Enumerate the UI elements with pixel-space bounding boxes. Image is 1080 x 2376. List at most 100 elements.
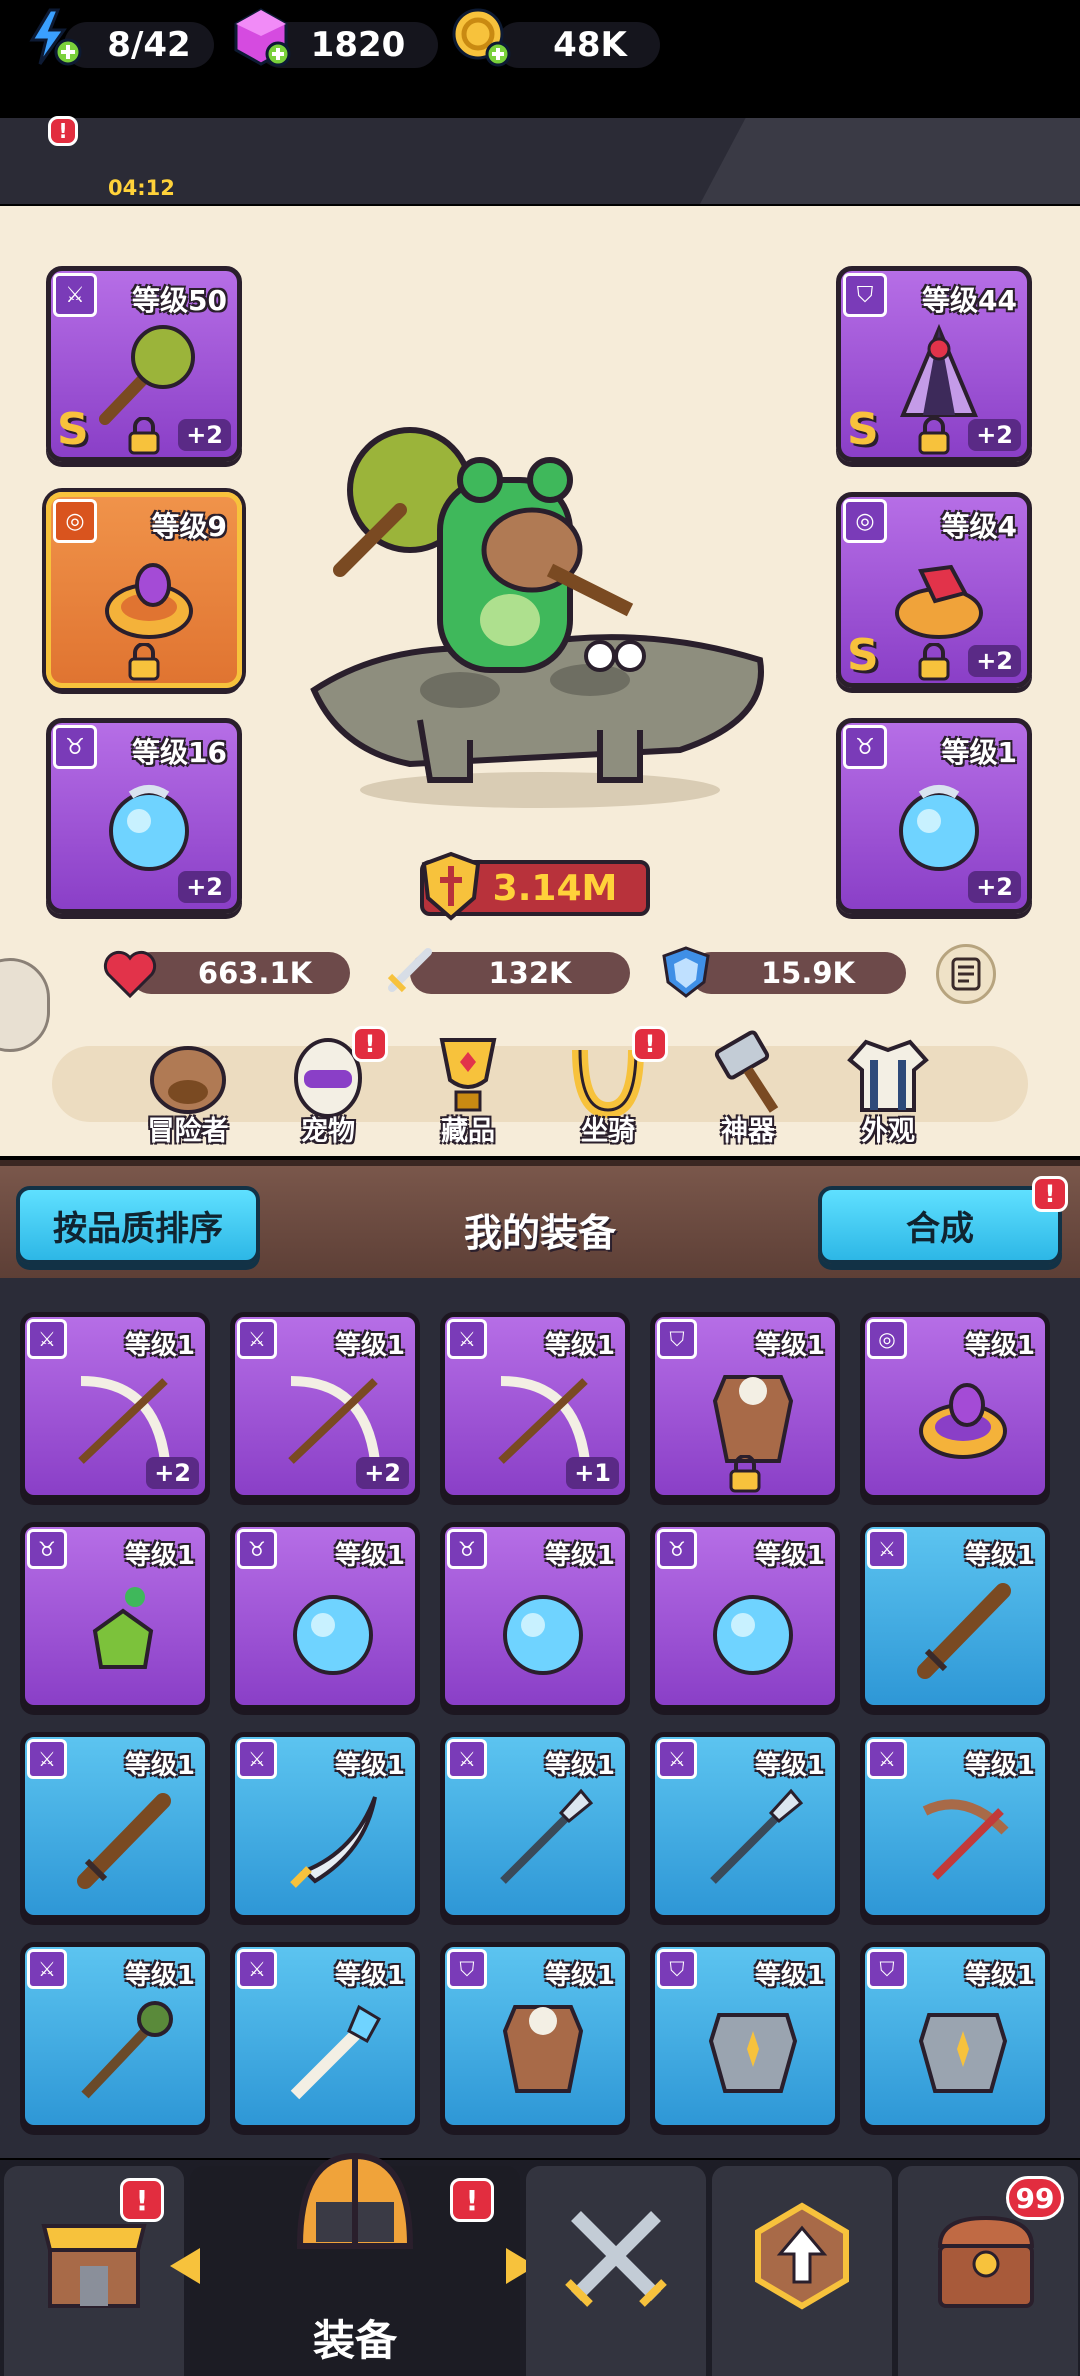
nav-battle[interactable] <box>526 2166 706 2376</box>
enhance-level: +2 <box>356 1457 409 1489</box>
enhance-level: +2 <box>968 871 1021 903</box>
inventory-item[interactable]: ⚔ 等级1 <box>230 1942 420 2130</box>
merge-button[interactable]: 合成 <box>818 1186 1062 1264</box>
sword-icon: ⚔ <box>27 1739 67 1779</box>
item-level: 等级1 <box>124 1331 195 1361</box>
item-level: 等级1 <box>964 1541 1035 1571</box>
gem-icon[interactable] <box>228 4 294 70</box>
nav-prev-arrow[interactable] <box>170 2248 200 2284</box>
item-level: 等级1 <box>964 1331 1035 1361</box>
sword-icon: ⚔ <box>27 1949 67 1989</box>
inventory-item[interactable]: ♉ 等级1 <box>440 1522 630 1710</box>
menu-appearance[interactable]: 外观 <box>828 1030 948 1147</box>
nav-upgrade[interactable] <box>712 2166 892 2376</box>
inventory-item[interactable]: ◎ 等级1 <box>860 1312 1050 1500</box>
sword-icon: ⚔ <box>447 1319 487 1359</box>
item-level: 等级1 <box>964 1961 1035 1991</box>
energy-value: 8/42 <box>107 25 191 65</box>
inventory-item[interactable]: ⚔ 等级1 <box>860 1522 1050 1710</box>
spear-icon <box>500 1788 594 1884</box>
nav-shop[interactable]: ! <box>4 2166 184 2376</box>
inventory-item[interactable]: ⛉ 等级1 <box>440 1942 630 2130</box>
inventory-item[interactable]: ⛉ 等级1 <box>860 1942 1050 2130</box>
enhance-level: +2 <box>178 871 231 903</box>
ruby-ring-icon <box>895 564 983 639</box>
inventory-item[interactable]: ⚔ 等级1 <box>20 1732 210 1920</box>
inventory-item[interactable]: ⚔ 等级1 +1 <box>440 1312 630 1500</box>
coin-counter[interactable]: 48K <box>496 22 660 68</box>
shield-icon <box>662 946 710 998</box>
equipment-inventory[interactable]: ⚔ 等级1 +2 ⚔ 等级1 +2 ⚔ 等级1 +1 ⛉ 等级1 ◎ 等级1 ♉… <box>0 1278 1080 2158</box>
coin-icon[interactable] <box>448 4 514 70</box>
item-level: 等级1 <box>544 1751 615 1781</box>
ring-icon: ◎ <box>867 1319 907 1359</box>
equipment-header: 按品质排序 我的装备 合成 ! <box>0 1160 1080 1278</box>
plate-armor-icon <box>918 2013 1008 2093</box>
defense-value: 15.9K <box>760 956 856 990</box>
item-level: 等级1 <box>124 1541 195 1571</box>
sword-icon: ⚔ <box>53 273 97 317</box>
inventory-item[interactable]: ⚔ 等级1 <box>20 1942 210 2130</box>
lock-icon <box>729 1455 761 1493</box>
inventory-item[interactable]: ⚔ 等级1 <box>440 1732 630 1920</box>
menu-pet[interactable]: 宠物 ! <box>268 1026 388 1147</box>
inventory-item[interactable]: ⛉ 等级1 <box>650 1942 840 2130</box>
attack-stat: 132K <box>410 952 630 994</box>
energy-timer: 04:12 <box>108 176 175 200</box>
item-level: 等级1 <box>754 1961 825 1991</box>
inventory-item[interactable]: ⚔ 等级1 <box>860 1732 1050 1920</box>
armor-slot[interactable]: ⛉ 等级44 S +2 <box>836 266 1032 462</box>
shield-sword-icon <box>421 851 481 921</box>
nav-equipment[interactable]: 装备 ! <box>190 2152 520 2376</box>
energy-counter[interactable]: 8/42 <box>64 22 214 68</box>
menu-label: 宠物 <box>301 1116 355 1147</box>
inventory-item[interactable]: ⚔ 等级1 +2 <box>230 1312 420 1500</box>
ring-slot[interactable]: ◎ 等级9 <box>46 492 242 688</box>
lightning-icon[interactable] <box>20 4 86 70</box>
amulet-slot-2[interactable]: ♉ 等级1 +2 <box>836 718 1032 914</box>
defense-stat: 15.9K <box>690 952 906 994</box>
treasure-count-badge: 99 <box>1006 2176 1064 2220</box>
hero-character-illustration <box>310 427 764 808</box>
inventory-item[interactable]: ♉ 等级1 <box>650 1522 840 1710</box>
stats-detail-button[interactable] <box>936 944 996 1004</box>
menu-adventurer[interactable]: 冒险者 <box>128 1030 248 1147</box>
lock-icon <box>918 643 950 681</box>
cloak-icon <box>899 323 979 417</box>
inventory-item[interactable]: ⚔ 等级1 <box>650 1732 840 1920</box>
green-amulet-icon <box>92 1587 154 1669</box>
energy-alert-badge: ! <box>48 116 78 146</box>
item-level: 等级1 <box>754 1331 825 1361</box>
inventory-item[interactable]: ⛉ 等级1 <box>650 1312 840 1500</box>
menu-collection[interactable]: 藏品 <box>408 1030 528 1147</box>
slot-level: 等级50 <box>132 284 227 317</box>
necklace-icon: ♉ <box>657 1529 697 1569</box>
leather-armor-icon <box>502 2005 584 2093</box>
menu-artifact[interactable]: 神器 <box>688 1030 808 1147</box>
treasure-chest-icon <box>937 2215 1035 2308</box>
amulet-slot[interactable]: ♉ 等级16 +2 <box>46 718 242 914</box>
item-level: 等级1 <box>754 1541 825 1571</box>
inventory-item[interactable]: ⚔ 等级1 <box>230 1732 420 1920</box>
inventory-item[interactable]: ♉ 等级1 <box>20 1522 210 1710</box>
necklace-icon: ♉ <box>237 1529 277 1569</box>
item-level: 等级1 <box>334 1961 405 1991</box>
scimitar-icon <box>290 1796 377 1888</box>
lock-icon <box>128 417 160 455</box>
blue-orb-icon <box>109 785 189 871</box>
document-icon <box>951 957 981 991</box>
merge-alert-badge: ! <box>1032 1176 1068 1212</box>
s-rank-mark: S <box>847 630 879 681</box>
sword-icon: ⚔ <box>237 1319 277 1359</box>
ring-slot-2[interactable]: ◎ 等级4 S +2 <box>836 492 1032 688</box>
weapon-slot[interactable]: ⚔ 等级50 S +2 <box>46 266 242 462</box>
sword-icon: ⚔ <box>237 1739 277 1779</box>
slot-level: 等级16 <box>132 736 227 769</box>
lock-icon <box>128 643 160 681</box>
crossed-swords-icon <box>565 2211 667 2307</box>
necklace-icon: ♉ <box>447 1529 487 1569</box>
menu-mount[interactable]: 坐骑 ! <box>548 1026 668 1147</box>
inventory-item[interactable]: ♉ 等级1 <box>230 1522 420 1710</box>
inventory-item[interactable]: ⚔ 等级1 +2 <box>20 1312 210 1500</box>
wooden-sword-icon <box>917 1583 1011 1679</box>
